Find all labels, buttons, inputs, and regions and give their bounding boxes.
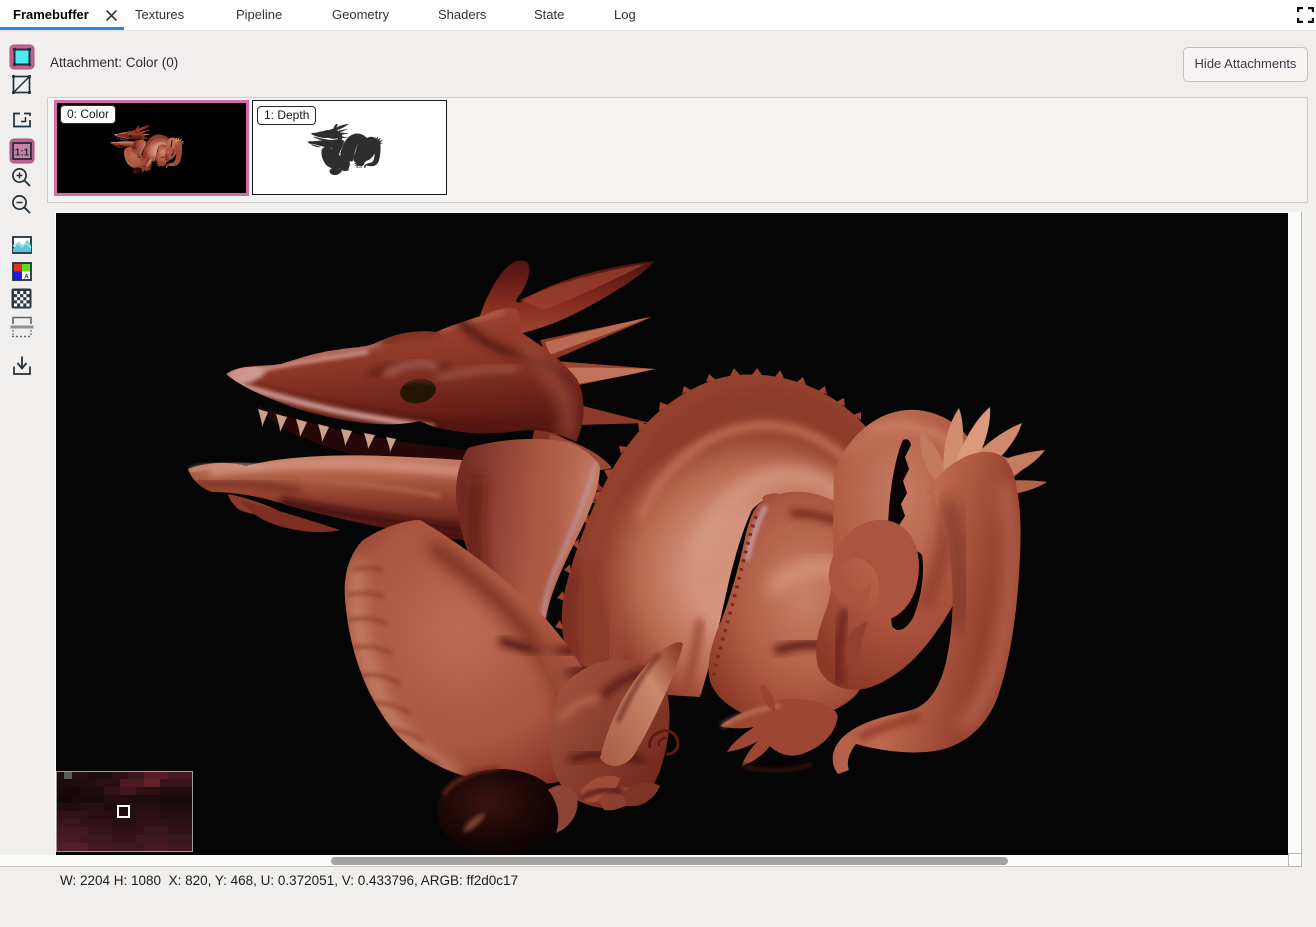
svg-text:A: A xyxy=(24,274,29,281)
svg-text:1:1: 1:1 xyxy=(15,148,30,159)
